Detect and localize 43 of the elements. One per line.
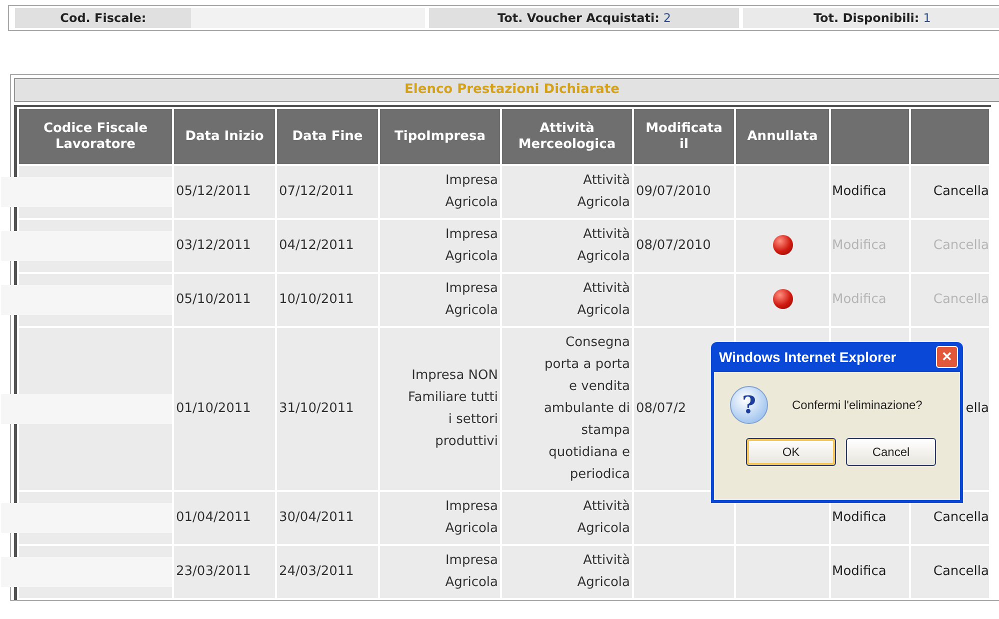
- table-cell: Attività Agricola: [502, 220, 632, 272]
- table-cell: Attività Agricola: [502, 274, 632, 326]
- close-button[interactable]: ✕: [936, 346, 958, 368]
- table-cell: 05/10/2011: [174, 274, 275, 326]
- column-header: Codice Fiscale Lavoratore: [19, 109, 172, 164]
- dialog-button[interactable]: OK: [746, 438, 836, 466]
- table-cell: Impresa Agricola: [380, 274, 500, 326]
- table-cell: Attività Agricola: [502, 492, 632, 544]
- column-header: Annullata: [736, 109, 829, 164]
- column-header: Data Inizio: [174, 109, 275, 164]
- dialog-message: Confermi l'eliminazione?: [792, 398, 922, 412]
- table-title: Elenco Prestazioni Dichiarate: [14, 78, 999, 102]
- table-cell: Impresa Agricola: [380, 492, 500, 544]
- table-cell: 24/03/2011: [277, 546, 378, 598]
- table-cell: Consegna porta a porta e vendita ambulante di stampa quotidiana e periodica: [502, 328, 632, 490]
- table-cell: Attività Agricola: [502, 546, 632, 598]
- table-cell: 30/04/2011: [277, 492, 378, 544]
- table-cell: 03/12/2011: [174, 220, 275, 272]
- summary-label: Tot. Disponibili: 1: [743, 8, 999, 28]
- table-cell: Impresa Agricola: [380, 220, 500, 272]
- table-cell: 07/12/2011: [277, 166, 378, 218]
- column-header: Attività Merceologica: [502, 109, 632, 164]
- table-cell: 04/12/2011: [277, 220, 378, 272]
- delete-link[interactable]: ella: [966, 401, 989, 416]
- question-icon: ?: [730, 386, 768, 424]
- table-cell: 08/07/2010: [634, 220, 734, 272]
- column-header: TipoImpresa: [380, 109, 500, 164]
- table-cell: 01/04/2011: [174, 492, 275, 544]
- table-cell: 31/10/2011: [277, 328, 378, 490]
- table-cell: Impresa NON Familiare tutti i settori produttivi: [380, 328, 500, 490]
- table-cell: 05/12/2011: [174, 166, 275, 218]
- column-header: Modificata il: [634, 109, 734, 164]
- summary-label: Tot. Voucher Acquistati: 2: [429, 8, 740, 28]
- table-cell: Impresa Agricola: [380, 166, 500, 218]
- table-cell: 09/07/2010: [634, 166, 734, 218]
- table-cell: Impresa Agricola: [380, 546, 500, 598]
- table-cell: Attività Agricola: [502, 166, 632, 218]
- summary-label: Cod. Fiscale:: [15, 8, 192, 28]
- table-cell: 10/10/2011: [277, 274, 378, 326]
- column-header: Data Fine: [277, 109, 378, 164]
- table-cell: 23/03/2011: [174, 546, 275, 598]
- table-cell: 01/10/2011: [174, 328, 275, 490]
- dialog-button[interactable]: Cancel: [846, 438, 936, 466]
